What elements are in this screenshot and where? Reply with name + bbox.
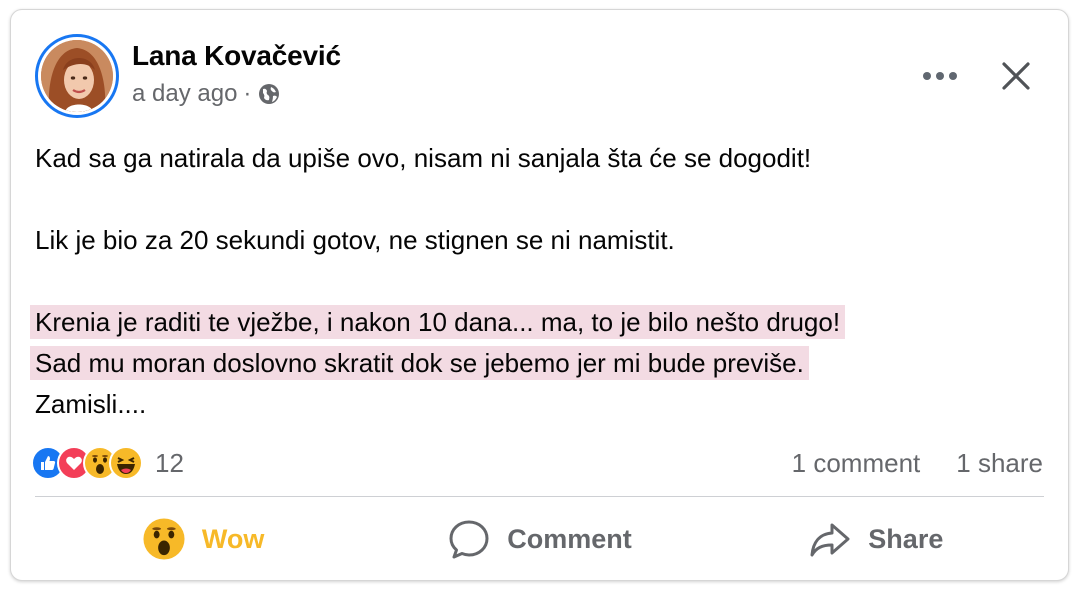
share-count-link[interactable]: 1 share xyxy=(956,448,1043,479)
comment-icon xyxy=(449,520,489,559)
reaction-summary[interactable]: 12 xyxy=(31,446,184,480)
divider xyxy=(35,496,1044,497)
wow-label: Wow xyxy=(201,523,265,554)
wow-reaction-icon xyxy=(143,518,185,560)
engagement-counts: 1 comment 1 share xyxy=(792,448,1043,479)
highlighted-text: Krenia je raditi te vježbe, i nakon 10 d… xyxy=(30,305,846,339)
reaction-count: 12 xyxy=(155,447,184,478)
close-icon xyxy=(1002,62,1030,90)
post-time[interactable]: a day ago xyxy=(132,80,237,108)
post-paragraph: Zamisli.... xyxy=(35,389,147,419)
action-bar: Wow Comment Share xyxy=(35,504,1044,574)
comment-label: Comment xyxy=(507,523,632,554)
post-paragraph: Kad sa ga natirala da upiše ovo, nisam n… xyxy=(35,143,812,173)
author-avatar[interactable] xyxy=(35,34,119,118)
post-meta: a day ago · xyxy=(132,80,281,108)
post-paragraph: Lik je bio za 20 sekundi gotov, ne stign… xyxy=(35,225,675,255)
more-dots-icon xyxy=(923,72,957,80)
author-name[interactable]: Lana Kovačević xyxy=(132,40,341,72)
meta-separator: · xyxy=(243,80,252,107)
profile-photo-icon xyxy=(41,40,113,112)
close-button[interactable] xyxy=(994,54,1038,98)
share-icon xyxy=(810,523,850,557)
comment-button[interactable]: Comment xyxy=(371,504,707,574)
haha-icon xyxy=(109,446,143,480)
globe-icon xyxy=(259,84,280,104)
avatar-photo xyxy=(41,40,113,112)
wow-button[interactable]: Wow xyxy=(35,504,371,574)
post-card: Lana Kovačević a day ago · Kad sa ga nat… xyxy=(10,9,1069,581)
share-label: Share xyxy=(868,523,944,554)
comment-count-link[interactable]: 1 comment xyxy=(792,448,921,479)
more-options-button[interactable] xyxy=(916,58,964,94)
share-button[interactable]: Share xyxy=(708,504,1044,574)
post-body: Kad sa ga natirala da upiše ovo, nisam n… xyxy=(30,138,1044,425)
highlighted-text: Sad mu moran doslovno skratit dok se jeb… xyxy=(30,346,809,380)
